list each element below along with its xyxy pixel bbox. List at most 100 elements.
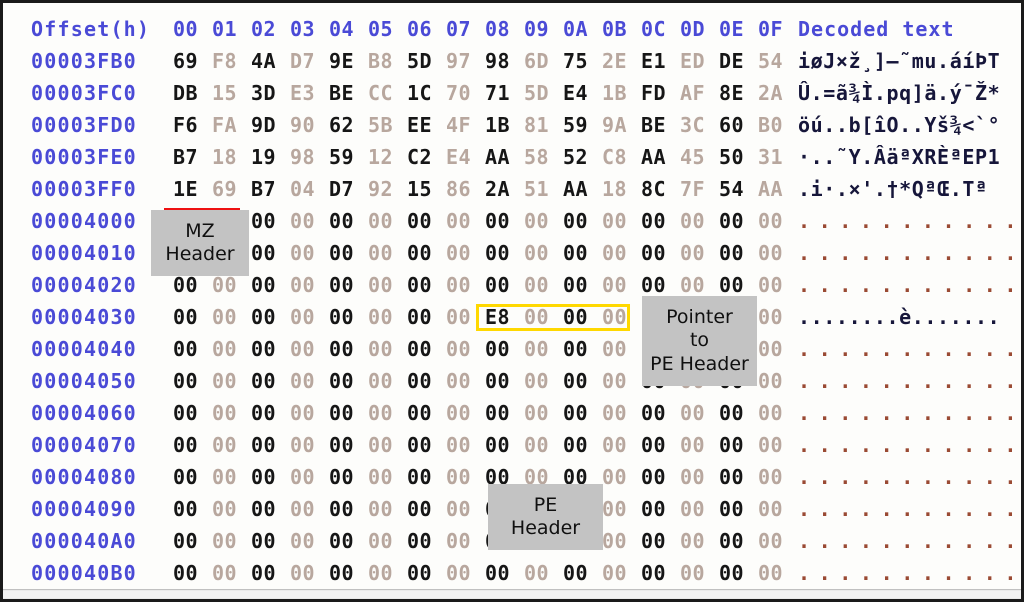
hex-byte[interactable]: 00	[173, 493, 203, 525]
hex-byte[interactable]: 00	[212, 333, 242, 365]
hex-byte[interactable]: 00	[290, 237, 320, 269]
hex-byte[interactable]: 00	[563, 301, 593, 333]
hex-byte[interactable]: 00	[368, 301, 398, 333]
hex-byte[interactable]: 00	[758, 493, 788, 525]
hex-byte[interactable]: E4	[563, 77, 593, 109]
hex-byte[interactable]: CC	[368, 77, 398, 109]
hex-byte[interactable]: 00	[368, 525, 398, 557]
hex-byte[interactable]: 00	[290, 429, 320, 461]
decoded-text[interactable]: ................	[798, 205, 1021, 237]
hex-byte[interactable]: 98	[290, 141, 320, 173]
hex-byte[interactable]: DB	[173, 77, 203, 109]
hex-byte[interactable]: 00	[251, 493, 281, 525]
hex-byte[interactable]: 00	[212, 429, 242, 461]
hex-byte[interactable]: 54	[758, 45, 788, 77]
hex-byte[interactable]: 1B	[602, 77, 632, 109]
decoded-text[interactable]: ................	[798, 333, 1021, 365]
hex-byte[interactable]: 00	[602, 301, 632, 333]
hex-byte[interactable]: 8C	[641, 173, 671, 205]
hex-byte[interactable]: 00	[173, 557, 203, 589]
hex-byte[interactable]: 00	[719, 205, 749, 237]
hex-byte[interactable]: B8	[368, 45, 398, 77]
hex-byte[interactable]: 19	[251, 141, 281, 173]
hex-byte[interactable]: FD	[641, 77, 671, 109]
hex-byte[interactable]: 00	[290, 269, 320, 301]
hex-byte[interactable]: E8	[485, 301, 515, 333]
hex-byte[interactable]: 00	[524, 365, 554, 397]
hex-byte[interactable]: 00	[758, 205, 788, 237]
hex-byte[interactable]: 00	[407, 205, 437, 237]
hex-byte[interactable]: 00	[485, 429, 515, 461]
hex-byte[interactable]: 00	[758, 365, 788, 397]
hex-byte[interactable]: 00	[368, 429, 398, 461]
hex-byte[interactable]: 00	[290, 493, 320, 525]
hex-byte[interactable]: 00	[485, 397, 515, 429]
hex-byte[interactable]: 00	[212, 461, 242, 493]
hex-byte[interactable]: AA	[758, 173, 788, 205]
hex-byte[interactable]: 00	[329, 461, 359, 493]
hex-byte[interactable]: B7	[173, 141, 203, 173]
decoded-text[interactable]: iøJ×ž¸]—˜mu.áíÞT	[798, 45, 1000, 77]
hex-byte[interactable]: 00	[173, 429, 203, 461]
hex-byte[interactable]: F8	[212, 45, 242, 77]
hex-byte[interactable]: 00	[758, 429, 788, 461]
hex-byte[interactable]: 00	[641, 493, 671, 525]
hex-byte[interactable]: 1C	[407, 77, 437, 109]
hex-byte[interactable]: 00	[524, 429, 554, 461]
hex-byte[interactable]: 00	[407, 397, 437, 429]
decoded-text[interactable]: ................	[798, 397, 1021, 429]
hex-byte[interactable]: 15	[407, 173, 437, 205]
hex-byte[interactable]: 00	[446, 269, 476, 301]
hex-byte[interactable]: 00	[563, 237, 593, 269]
hex-byte[interactable]: 90	[290, 109, 320, 141]
decoded-text[interactable]: ........è.......	[798, 301, 1000, 333]
hex-byte[interactable]: 92	[368, 173, 398, 205]
hex-byte[interactable]: 1E	[173, 173, 203, 205]
hex-byte[interactable]: 9A	[602, 109, 632, 141]
hex-byte[interactable]: 00	[251, 429, 281, 461]
hex-byte[interactable]: F6	[173, 109, 203, 141]
hex-byte[interactable]: 00	[368, 493, 398, 525]
hex-byte[interactable]: AF	[680, 77, 710, 109]
hex-byte[interactable]: 7F	[680, 173, 710, 205]
hex-byte[interactable]: 00	[758, 461, 788, 493]
hex-byte[interactable]: B7	[251, 173, 281, 205]
hex-byte[interactable]: 75	[563, 45, 593, 77]
decoded-text[interactable]: ................	[798, 461, 1021, 493]
hex-byte[interactable]: 97	[446, 45, 476, 77]
hex-byte[interactable]: 00	[758, 333, 788, 365]
hex-byte[interactable]: 00	[212, 493, 242, 525]
hex-byte[interactable]: 58	[524, 141, 554, 173]
hex-byte[interactable]: 00	[407, 365, 437, 397]
hex-byte[interactable]: 00	[173, 301, 203, 333]
hex-byte[interactable]: DE	[719, 45, 749, 77]
hex-byte[interactable]: E3	[290, 77, 320, 109]
hex-byte[interactable]: 00	[329, 397, 359, 429]
hex-byte[interactable]: 45	[680, 141, 710, 173]
hex-byte[interactable]: 00	[446, 237, 476, 269]
hex-byte[interactable]: 71	[485, 77, 515, 109]
hex-byte[interactable]: AA	[641, 141, 671, 173]
decoded-text[interactable]: ................	[798, 525, 1021, 557]
hex-byte[interactable]: 00	[719, 237, 749, 269]
hex-byte[interactable]: 00	[602, 557, 632, 589]
hex-byte[interactable]: 00	[563, 205, 593, 237]
hex-byte[interactable]: 00	[173, 397, 203, 429]
hex-byte[interactable]: 00	[251, 269, 281, 301]
hex-byte[interactable]: 00	[524, 237, 554, 269]
hex-byte[interactable]: 15	[212, 77, 242, 109]
hex-byte[interactable]: 00	[602, 237, 632, 269]
hex-byte[interactable]: D7	[329, 173, 359, 205]
hex-byte[interactable]: 00	[251, 301, 281, 333]
hex-byte[interactable]: 00	[758, 397, 788, 429]
hex-byte[interactable]: 00	[485, 557, 515, 589]
decoded-text[interactable]: .i·.×'.†*QªŒ.Tª	[798, 173, 988, 205]
hex-byte[interactable]: 00	[602, 525, 632, 557]
hex-byte[interactable]: 00	[290, 397, 320, 429]
horizontal-scrollbar[interactable]	[3, 589, 1021, 599]
hex-byte[interactable]: 00	[407, 301, 437, 333]
hex-byte[interactable]: 00	[719, 397, 749, 429]
hex-byte[interactable]: 00	[524, 269, 554, 301]
hex-byte[interactable]: 00	[446, 365, 476, 397]
hex-byte[interactable]: 3C	[680, 109, 710, 141]
